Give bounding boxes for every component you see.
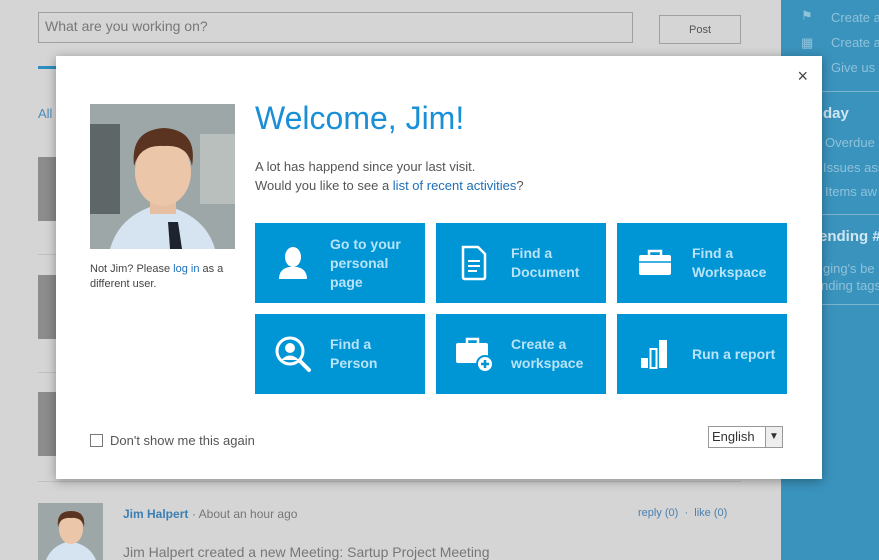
find-person-tile[interactable]: Find a Person [255, 314, 425, 394]
tile-label: Find a Document [511, 245, 580, 280]
tile-label: Run a report [692, 345, 776, 362]
tab-all[interactable]: All [38, 106, 52, 121]
sidebar-action[interactable]: Create a [831, 10, 879, 25]
post-time: · About an hour ago [192, 507, 298, 521]
today-heading: day [823, 105, 849, 122]
user-photo [90, 104, 235, 249]
welcome-title: Welcome, Jim! [255, 100, 465, 136]
feed-avatar [38, 157, 56, 221]
tile-label: Find a Workspace [692, 245, 767, 280]
post-input[interactable]: What are you working on? [38, 12, 633, 43]
find-workspace-tile[interactable]: Find a Workspace [617, 223, 787, 303]
create-workspace-tile[interactable]: Create a workspace [436, 314, 606, 394]
flag-icon: ⚑ [801, 8, 813, 23]
intro-text: A lot has happend since your last visit.… [255, 159, 524, 193]
run-report-tile[interactable]: Run a report [617, 314, 787, 394]
briefcase-add-icon [456, 337, 494, 373]
trending-text: ging's be [823, 261, 875, 276]
trending-text: nding tags [821, 278, 879, 293]
person-search-icon [275, 336, 311, 372]
post-text: Jim Halpert created a new Meeting: Sartu… [123, 544, 490, 560]
post-avatar [38, 503, 103, 560]
not-user-text: Not Jim? Please log in as a different us… [90, 263, 224, 290]
briefcase-icon [639, 249, 671, 275]
user-icon [279, 247, 307, 279]
post-author-link[interactable]: Jim Halpert [123, 507, 188, 521]
find-document-tile[interactable]: Find a Document [436, 223, 606, 303]
feed-divider [38, 481, 741, 482]
sidebar-action[interactable]: Create a [831, 35, 879, 50]
tile-label: Create a workspace [511, 336, 584, 371]
like-link[interactable]: like (0) [694, 507, 727, 519]
post-actions: reply (0) · like (0) [638, 507, 728, 519]
tile-label: Find a Person [330, 336, 378, 371]
bar-chart-icon [641, 340, 667, 369]
personal-page-tile[interactable]: Go to your personal page [255, 223, 425, 303]
recent-activities-link[interactable]: list of recent activities [393, 178, 517, 193]
dont-show-checkbox[interactable] [90, 434, 103, 447]
dont-show-again[interactable]: Don't show me this again [90, 433, 255, 448]
sidebar-item[interactable]: Issues ass [823, 160, 879, 175]
reply-link[interactable]: reply (0) [638, 507, 678, 519]
feed-avatar [38, 392, 56, 456]
calendar-icon: ▦ [801, 35, 814, 50]
language-select[interactable]: English ▼ [708, 426, 783, 448]
document-icon [461, 245, 487, 281]
tile-label: Go to your personal page [330, 235, 401, 290]
chevron-down-icon: ▼ [765, 427, 782, 447]
tab-indicator [38, 66, 56, 69]
feed-avatar [38, 275, 56, 339]
sidebar-action[interactable]: Give us [831, 60, 875, 75]
close-icon[interactable]: × [797, 66, 808, 87]
sidebar-item[interactable]: Items aw [825, 184, 877, 199]
welcome-modal: × Not Jim? Please log in as a different … [56, 56, 822, 479]
post-button[interactable]: Post [659, 15, 741, 44]
log-in-link[interactable]: log in [173, 263, 199, 275]
sidebar-item[interactable]: Overdue [825, 135, 875, 150]
trending-heading: ending # [819, 228, 879, 245]
dont-show-label: Don't show me this again [110, 433, 255, 448]
